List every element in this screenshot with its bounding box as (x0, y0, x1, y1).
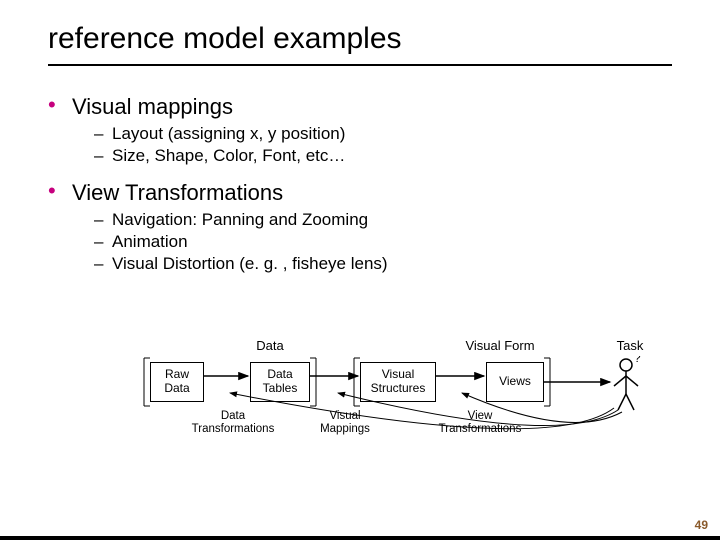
arrow-label-visual-mappings: Visual Mappings (310, 410, 380, 435)
user-icon: ? (610, 356, 660, 416)
sub-bullet-list: Navigation: Panning and Zooming Animatio… (94, 210, 672, 274)
bottom-bar (0, 536, 720, 540)
pipeline-diagram: Data Visual Form Task Raw Data Data Tabl… (140, 338, 680, 478)
sub-bullet: Layout (assigning x, y position) (94, 124, 672, 144)
sub-bullet: Navigation: Panning and Zooming (94, 210, 672, 230)
bullet-list: Visual mappings Layout (assigning x, y p… (48, 94, 672, 274)
bullet-label: Visual mappings (72, 94, 233, 119)
slide-title: reference model examples (48, 22, 672, 56)
svg-text:?: ? (634, 356, 641, 365)
title-underline (48, 64, 672, 66)
diagram-arrows (140, 338, 680, 478)
arrow-label-data-transformations: Data Transformations (188, 410, 278, 435)
sub-bullet: Size, Shape, Color, Font, etc… (94, 146, 672, 166)
sub-bullet: Visual Distortion (e. g. , fisheye lens) (94, 254, 672, 274)
bullet-visual-mappings: Visual mappings Layout (assigning x, y p… (48, 94, 672, 166)
arrow-label-view-transformations: View Transformations (430, 410, 530, 435)
bullet-view-transformations: View Transformations Navigation: Panning… (48, 180, 672, 274)
slide: reference model examples Visual mappings… (0, 0, 720, 540)
page-number: 49 (695, 518, 708, 532)
sub-bullet-list: Layout (assigning x, y position) Size, S… (94, 124, 672, 166)
sub-bullet: Animation (94, 232, 672, 252)
bullet-label: View Transformations (72, 180, 283, 205)
